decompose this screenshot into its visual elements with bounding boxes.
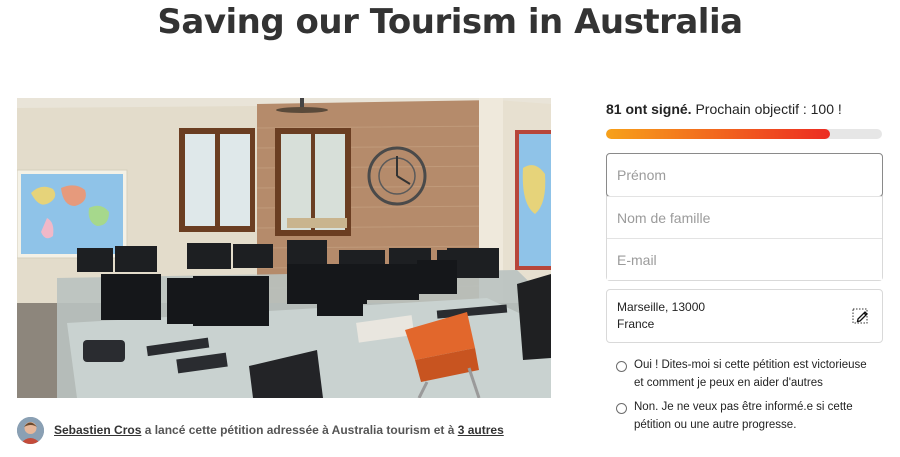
location-display: Marseille, 13000 France	[606, 289, 883, 343]
petition-author-line: Sebastien Cros a lancé cette pétition ad…	[17, 416, 504, 444]
opt-in-option[interactable]: Oui ! Dites-moi si cette pétition est vi…	[606, 357, 883, 392]
first-name-field[interactable]	[606, 153, 883, 197]
opt-out-label[interactable]: Non. Je ne veux pas être informé.e si ce…	[634, 399, 874, 434]
signature-count: 81 ont signé.	[606, 101, 692, 117]
signer-details-form	[606, 153, 883, 281]
opt-out-option[interactable]: Non. Je ne veux pas être informé.e si ce…	[606, 399, 883, 434]
opt-in-label[interactable]: Oui ! Dites-moi si cette pétition est vi…	[634, 357, 874, 392]
signature-progress-text: 81 ont signé. Prochain objectif : 100 !	[606, 101, 883, 117]
last-name-field[interactable]	[607, 196, 882, 238]
location-city: Marseille, 13000	[617, 300, 706, 314]
avatar[interactable]	[17, 416, 44, 444]
petition-photo	[17, 98, 551, 398]
opt-out-radio[interactable]	[616, 403, 627, 414]
pencil-edit-icon[interactable]	[852, 307, 870, 325]
author-name-link[interactable]: Sebastien Cros	[54, 423, 141, 437]
location-country: France	[617, 317, 655, 331]
author-line-middle: a lancé cette pétition adressée à Austra…	[141, 423, 458, 437]
page-title: Saving our Tourism in Australia	[157, 2, 743, 42]
sign-panel: 81 ont signé. Prochain objectif : 100 ! …	[606, 98, 883, 434]
office-interior-photo	[17, 98, 551, 398]
signature-progress-fill	[606, 129, 830, 139]
author-avatar-icon	[17, 416, 44, 444]
email-field[interactable]	[607, 238, 882, 280]
opt-in-radio[interactable]	[616, 361, 627, 372]
author-line-text: Sebastien Cros a lancé cette pétition ad…	[54, 423, 504, 437]
other-decision-makers-link[interactable]: 3 autres	[458, 423, 504, 437]
signature-progress-bar	[606, 129, 882, 139]
signature-goal: Prochain objectif : 100 !	[691, 101, 842, 117]
